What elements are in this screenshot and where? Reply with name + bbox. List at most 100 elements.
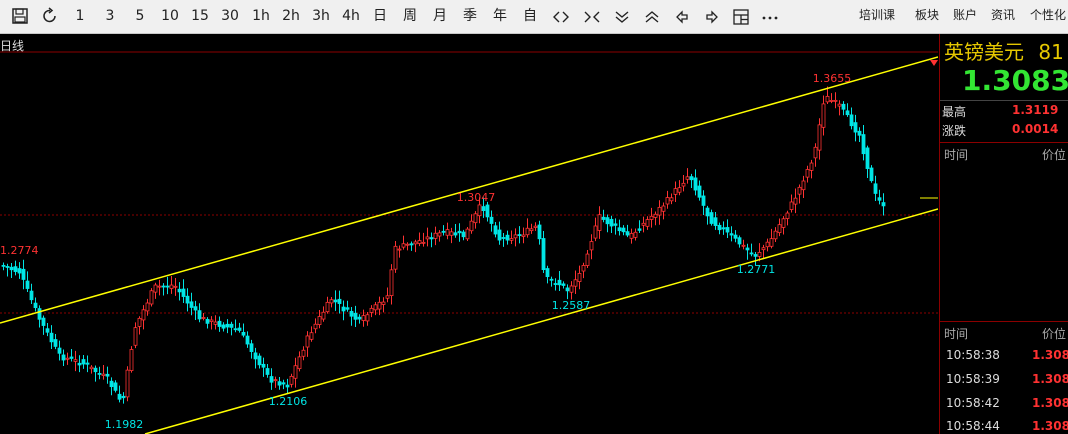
menu-personalize[interactable]: 个性化	[1030, 0, 1066, 30]
candle-body	[701, 195, 706, 206]
candle	[409, 241, 414, 251]
layout-icon[interactable]	[731, 0, 751, 33]
period-3[interactable]: 3	[102, 0, 118, 33]
period-custom[interactable]: 自	[520, 0, 540, 33]
period-5[interactable]: 5	[132, 0, 148, 33]
menu-news[interactable]: 资讯	[991, 0, 1015, 30]
candle	[725, 219, 730, 239]
candle	[605, 214, 610, 233]
candle-body	[765, 241, 770, 248]
candle-body	[833, 99, 838, 102]
period-1[interactable]: 1	[72, 0, 88, 33]
candle-body	[781, 218, 786, 228]
table2-header-price: 价位	[1042, 327, 1067, 341]
candle-body	[797, 186, 802, 195]
candle	[501, 233, 506, 247]
candle-body	[357, 316, 362, 320]
tick-price: 1.3083	[1032, 396, 1068, 410]
candle-body	[221, 324, 226, 329]
period-1h[interactable]: 1h	[249, 0, 273, 33]
candle	[393, 240, 398, 273]
candle-body	[733, 234, 738, 239]
candle	[469, 214, 474, 234]
candle-body	[21, 268, 26, 280]
candle	[805, 165, 810, 183]
candle	[209, 316, 214, 330]
candle	[773, 227, 778, 243]
candle	[85, 355, 90, 373]
arrow-left-icon[interactable]	[672, 0, 692, 33]
candle-body	[53, 339, 58, 347]
candle	[877, 189, 882, 205]
period-30[interactable]: 30	[218, 0, 242, 33]
candle-body	[869, 167, 874, 182]
channel-lower-line	[144, 208, 938, 434]
shrink-icon[interactable]	[582, 0, 602, 33]
toolbar: 1 3 5 10 15 30 1h 2h 3h 4h 日 周 月 季 年 自 培…	[0, 0, 1068, 34]
period-week[interactable]: 周	[400, 0, 420, 33]
candle-body	[421, 241, 426, 244]
period-4h[interactable]: 4h	[339, 0, 363, 33]
candle-body	[553, 283, 558, 285]
zoom-icon[interactable]	[551, 0, 571, 33]
candle-body	[877, 197, 882, 201]
candle	[53, 333, 58, 350]
candle-body	[45, 328, 50, 333]
candle-body	[809, 162, 814, 171]
candle	[809, 159, 814, 179]
candle-body	[741, 244, 746, 247]
period-season[interactable]: 季	[460, 0, 480, 33]
kline-chart[interactable]: 日线 1.2774 1.1982 1.2106 1.3047 1.2587 1.2771 1…	[0, 34, 938, 434]
candle	[677, 180, 682, 196]
candle-body	[881, 202, 886, 207]
candle	[565, 284, 570, 300]
candle	[445, 222, 450, 240]
candle	[217, 316, 222, 332]
more-icon[interactable]	[760, 0, 780, 33]
candle	[289, 373, 294, 388]
candle-body	[93, 367, 98, 373]
candle-body	[361, 315, 366, 321]
candle-body	[649, 215, 654, 220]
candle-body	[581, 265, 586, 272]
period-3h[interactable]: 3h	[309, 0, 333, 33]
candle	[581, 262, 586, 279]
period-2h[interactable]: 2h	[279, 0, 303, 33]
chart-canvas: 1.2774 1.1982 1.2106 1.3047 1.2587 1.2771 1.36…	[0, 51, 938, 434]
candle-body	[265, 368, 270, 375]
candle	[421, 232, 426, 247]
candle-body	[461, 231, 466, 238]
candle	[617, 219, 622, 236]
period-year[interactable]: 年	[490, 0, 510, 33]
candle	[49, 325, 54, 350]
candle-body	[277, 381, 282, 386]
candle-body	[309, 332, 314, 340]
candle-body	[793, 197, 798, 205]
menu-sector[interactable]: 板块	[915, 0, 939, 30]
candle	[465, 227, 470, 241]
refresh-icon[interactable]	[38, 0, 62, 33]
menu-training[interactable]: 培训课	[859, 0, 895, 30]
menu-account[interactable]: 账户	[953, 0, 977, 30]
candle-body	[849, 114, 854, 127]
chevron-down-double-icon[interactable]	[612, 0, 632, 33]
candle-body	[145, 302, 150, 312]
candle	[513, 228, 518, 247]
candle	[365, 312, 370, 326]
candle-body	[593, 225, 598, 239]
candle-body	[525, 227, 530, 236]
candle	[821, 95, 826, 136]
period-15[interactable]: 15	[188, 0, 212, 33]
period-day[interactable]: 日	[370, 0, 390, 33]
candle-body	[245, 335, 250, 345]
candle	[633, 228, 638, 241]
candle	[29, 283, 34, 304]
period-10[interactable]: 10	[158, 0, 182, 33]
save-icon[interactable]	[8, 0, 32, 33]
candle	[545, 265, 550, 284]
chevron-up-double-icon[interactable]	[642, 0, 662, 33]
period-month[interactable]: 月	[430, 0, 450, 33]
candle-body	[489, 216, 494, 224]
arrow-right-icon[interactable]	[702, 0, 722, 33]
candle	[133, 322, 138, 349]
